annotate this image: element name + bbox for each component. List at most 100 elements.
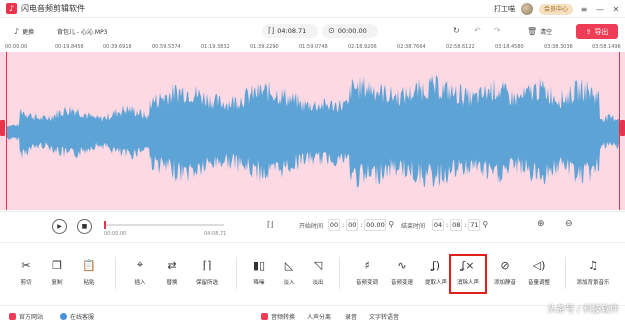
total-time: 04:08.71: [204, 231, 227, 237]
tool-speed[interactable]: ∿ 音频变速: [385, 257, 419, 287]
waveform-area[interactable]: [0, 52, 625, 210]
selection-icon[interactable]: ⌈⌋: [267, 221, 273, 229]
end-handle[interactable]: [620, 52, 625, 210]
ruler-label: 01:59.0748: [299, 44, 328, 50]
minimize-button[interactable]: —: [595, 5, 605, 14]
tool-copy[interactable]: ❐ 复制: [40, 257, 74, 287]
start-handle[interactable]: [0, 52, 5, 210]
record-link[interactable]: 录音: [345, 312, 357, 321]
tool-pitch[interactable]: ♯ 音频变调: [350, 257, 384, 287]
end-ms[interactable]: 71: [468, 219, 481, 231]
tool-label: 添加静音: [493, 280, 516, 286]
start-seconds[interactable]: 00: [346, 219, 359, 231]
tool-keep-selection[interactable]: ⌈⌉ 保留所选: [190, 257, 224, 287]
zoom-in-icon[interactable]: ⊕: [537, 220, 545, 229]
start-minutes[interactable]: 00: [328, 219, 340, 231]
ruler-label: 03:58.1496: [592, 44, 621, 50]
play-button[interactable]: ▶: [52, 219, 67, 234]
tool-bg-music[interactable]: ♫ 添加背景音乐: [576, 257, 610, 287]
close-button[interactable]: ✕: [611, 5, 621, 14]
redo-icon[interactable]: ↷: [494, 27, 501, 35]
fade-out-icon: ◹: [313, 258, 323, 272]
reset-icon[interactable]: ↻: [453, 27, 460, 35]
official-site-link[interactable]: 官方网站: [9, 312, 43, 321]
end-minutes[interactable]: 04: [432, 219, 444, 231]
tts-link[interactable]: 文字转语音: [369, 312, 399, 321]
ruler-label: 02:58.6122: [446, 44, 475, 50]
bg-music-icon: ♫: [588, 258, 598, 272]
status-label: 在线客服: [70, 314, 95, 321]
home-icon: [9, 313, 16, 320]
tool-volume[interactable]: ◁) 音量调整: [522, 257, 556, 287]
replace-label: 更换: [22, 29, 35, 36]
replace-file-button[interactable]: ♪ 更换: [14, 27, 34, 36]
end-time-input[interactable]: 04: 08: 71 ⚲: [432, 219, 488, 231]
start-time-label: 开始时间: [299, 223, 324, 230]
status-label: 官方网站: [19, 314, 44, 321]
menu-button[interactable]: ≡: [579, 5, 589, 14]
file-name-text: 背包儿 - 心沁.MP3: [57, 29, 108, 36]
zoom-out-icon[interactable]: ⊖: [565, 220, 573, 229]
tool-extract-voice[interactable]: ʆ) 提取人声: [419, 257, 453, 287]
tool-label: 复制: [51, 280, 63, 286]
divider: [115, 257, 116, 289]
start-ms[interactable]: 00.00: [364, 219, 387, 231]
clear-button[interactable]: 🗑 清空: [527, 27, 552, 36]
pin-icon[interactable]: ⚲: [482, 221, 488, 229]
transport-bar: ▶ ■ 00:00.00 04:08.71 ⌈⌋ 开始时间 00: 00: 00…: [0, 211, 625, 241]
tool-paste[interactable]: 📋 粘贴: [72, 257, 106, 287]
speed-icon: ∿: [397, 258, 407, 272]
pin-icon[interactable]: ⚲: [388, 221, 394, 229]
vip-center-button[interactable]: 会员中心: [538, 3, 573, 15]
stop-icon: ■: [81, 223, 88, 230]
music-file-icon: ♪: [14, 26, 20, 36]
watermark: 头条号 / 科技软件: [547, 305, 619, 315]
tool-add-mute[interactable]: ⊘ 添加静音: [488, 257, 522, 287]
divider: [236, 257, 237, 289]
tool-label: 音量调整: [527, 280, 550, 286]
online-support-link[interactable]: 在线客服: [60, 312, 94, 321]
progress-knob[interactable]: [104, 221, 106, 229]
fade-in-icon: ◺: [284, 258, 294, 272]
status-label: 音频转换: [271, 314, 296, 321]
start-time-input[interactable]: 00: 00: 00.00 ⚲: [328, 219, 394, 231]
tool-replace[interactable]: ⇄ 替换: [155, 257, 189, 287]
tool-denoise[interactable]: ▮▯ 降噪: [242, 257, 276, 287]
scissors-icon: ✂: [21, 258, 31, 272]
ruler-label: 01:19.3832: [201, 44, 230, 50]
tool-insert[interactable]: ⌖ 插入: [123, 257, 157, 286]
tool-fade-out[interactable]: ◹ 淡出: [301, 257, 335, 287]
tool-label: 插入: [134, 280, 146, 286]
stop-button[interactable]: ■: [77, 219, 92, 234]
mute-icon: ⊘: [500, 258, 510, 272]
tool-label: 音频变速: [390, 280, 413, 286]
denoise-icon: ▮▯: [252, 258, 266, 272]
undo-icon[interactable]: ↶: [474, 27, 481, 35]
waveform[interactable]: [0, 52, 625, 210]
avatar[interactable]: [520, 3, 533, 15]
clear-label: 清空: [540, 29, 553, 36]
ruler-label: 00:19.8456: [55, 44, 84, 50]
progress-track[interactable]: [104, 224, 224, 226]
ruler-label: 02:18.9206: [348, 44, 377, 50]
pin-icon: ⊙: [328, 26, 335, 35]
file-name: 背包儿 - 心沁.MP3: [57, 27, 108, 36]
ruler-label: 03:38.3038: [544, 44, 573, 50]
audio-convert-link[interactable]: 音频转换: [261, 312, 295, 321]
replace-icon: ⇄: [167, 258, 177, 272]
user-name[interactable]: 打工喵: [494, 4, 515, 14]
duration-text: 04:08.71: [277, 27, 307, 35]
chat-icon: [60, 313, 67, 320]
keep-selection-icon: ⌈⌉: [202, 258, 212, 272]
title-bar: ♪ 闪电音频剪辑软件 打工喵 会员中心 ≡ — ✕: [0, 0, 625, 18]
tool-cut[interactable]: ✂ 剪切: [9, 257, 43, 287]
waveform-path: [6, 74, 619, 188]
tool-label: 淡出: [312, 280, 324, 286]
status-bar: 官方网站 在线客服 音频转换 人声分离 录音 文字转语音: [0, 305, 625, 325]
end-seconds[interactable]: 08: [450, 219, 463, 231]
voice-separation-link[interactable]: 人声分离: [307, 312, 331, 321]
app-title: 闪电音频剪辑软件: [21, 4, 85, 13]
export-label: 导出: [594, 27, 609, 36]
export-button[interactable]: ⇪ 导出: [576, 24, 618, 39]
play-icon: ▶: [57, 223, 62, 230]
